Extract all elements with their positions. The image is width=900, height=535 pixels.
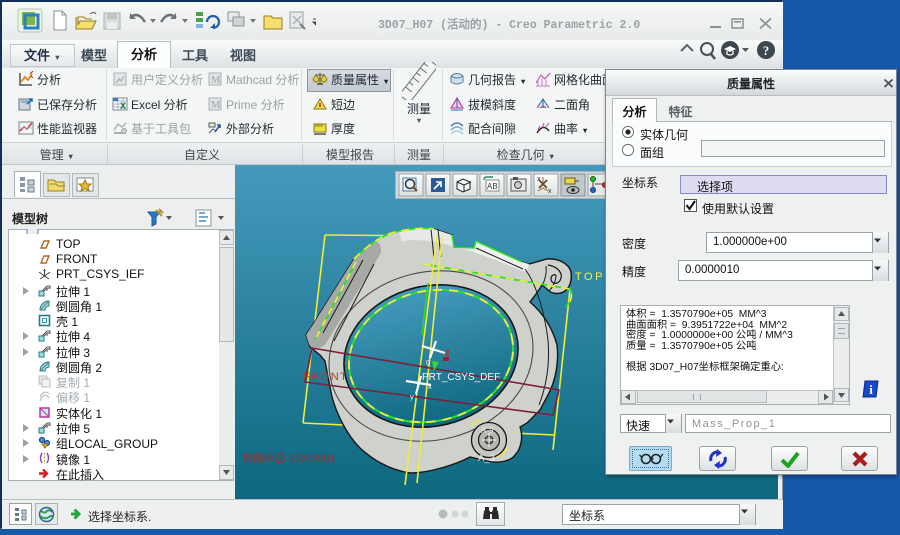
svg-text:x: x (428, 382, 432, 391)
svg-text:0: 0 (426, 358, 430, 367)
svg-text:M: M (211, 100, 221, 111)
svg-text:y: y (410, 392, 414, 401)
svg-text:PRT_CSYS_DEF: PRT_CSYS_DEF (422, 372, 500, 383)
svg-text:x: x (537, 176, 541, 183)
svg-text:i: i (869, 382, 873, 397)
svg-text:?: ? (763, 43, 770, 58)
svg-text:M: M (211, 75, 221, 86)
svg-text:X: X (120, 101, 126, 111)
svg-text:A-9: A-9 (481, 426, 494, 435)
svg-text:倒削状态:XSB2001: 倒削状态:XSB2001 (242, 451, 336, 465)
svg-text:2: 2 (445, 348, 450, 358)
svg-text:FRONT: FRONT (303, 371, 348, 383)
svg-text:A_3: A_3 (478, 453, 495, 464)
svg-text:x: x (548, 188, 552, 195)
svg-text:TOP: TOP (575, 271, 605, 283)
svg-text:AB: AB (487, 182, 498, 191)
